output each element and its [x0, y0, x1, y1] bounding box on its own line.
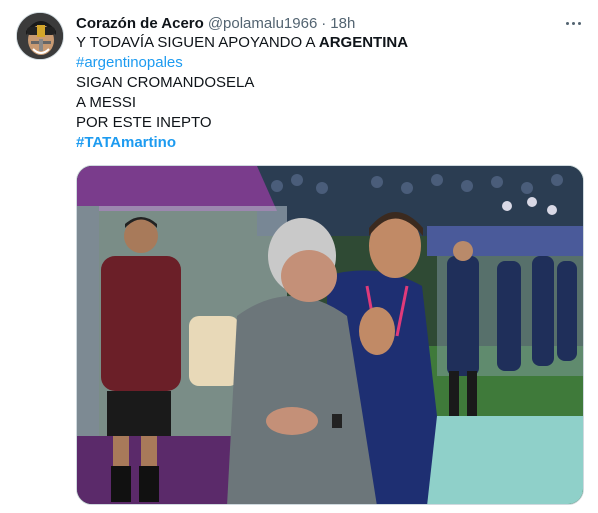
more-options-icon[interactable] — [562, 12, 584, 34]
author-display-name[interactable]: Corazón de Acero — [76, 15, 204, 32]
tweet-text: Y TODAVÍA SIGUEN APOYANDO A ARGENTINA #a… — [76, 33, 576, 153]
tweet-text-line3: SIGAN CROMANDOSELA — [76, 74, 255, 91]
photo-image — [77, 166, 583, 504]
tweet-card[interactable]: Corazón de Acero @polamalu1966 · 18h Y T… — [0, 0, 598, 513]
tweet-photo[interactable] — [76, 165, 584, 505]
tweet-text-line5: POR ESTE INEPTO — [76, 114, 212, 131]
tweet-timestamp[interactable]: 18h — [330, 15, 355, 32]
tweet-text-line1: Y TODAVÍA SIGUEN APOYANDO A ARGENTINA — [76, 33, 576, 53]
tweet-header: Corazón de Acero @polamalu1966 · 18h — [76, 13, 355, 33]
author-handle[interactable]: @polamalu1966 — [208, 15, 317, 32]
hashtag-link[interactable]: #TATAmartino — [76, 133, 576, 153]
hashtag-link[interactable]: #argentinopales — [76, 53, 576, 73]
tweet-text-line1-bold: ARGENTINA — [318, 34, 409, 51]
tweet-text-line4: A MESSI — [76, 94, 137, 111]
tweet-text-line1-prefix: Y TODAVÍA SIGUEN APOYANDO A — [76, 34, 319, 51]
header-separator: · — [321, 14, 327, 32]
author-avatar[interactable] — [16, 12, 64, 60]
avatar-icon — [17, 13, 63, 59]
